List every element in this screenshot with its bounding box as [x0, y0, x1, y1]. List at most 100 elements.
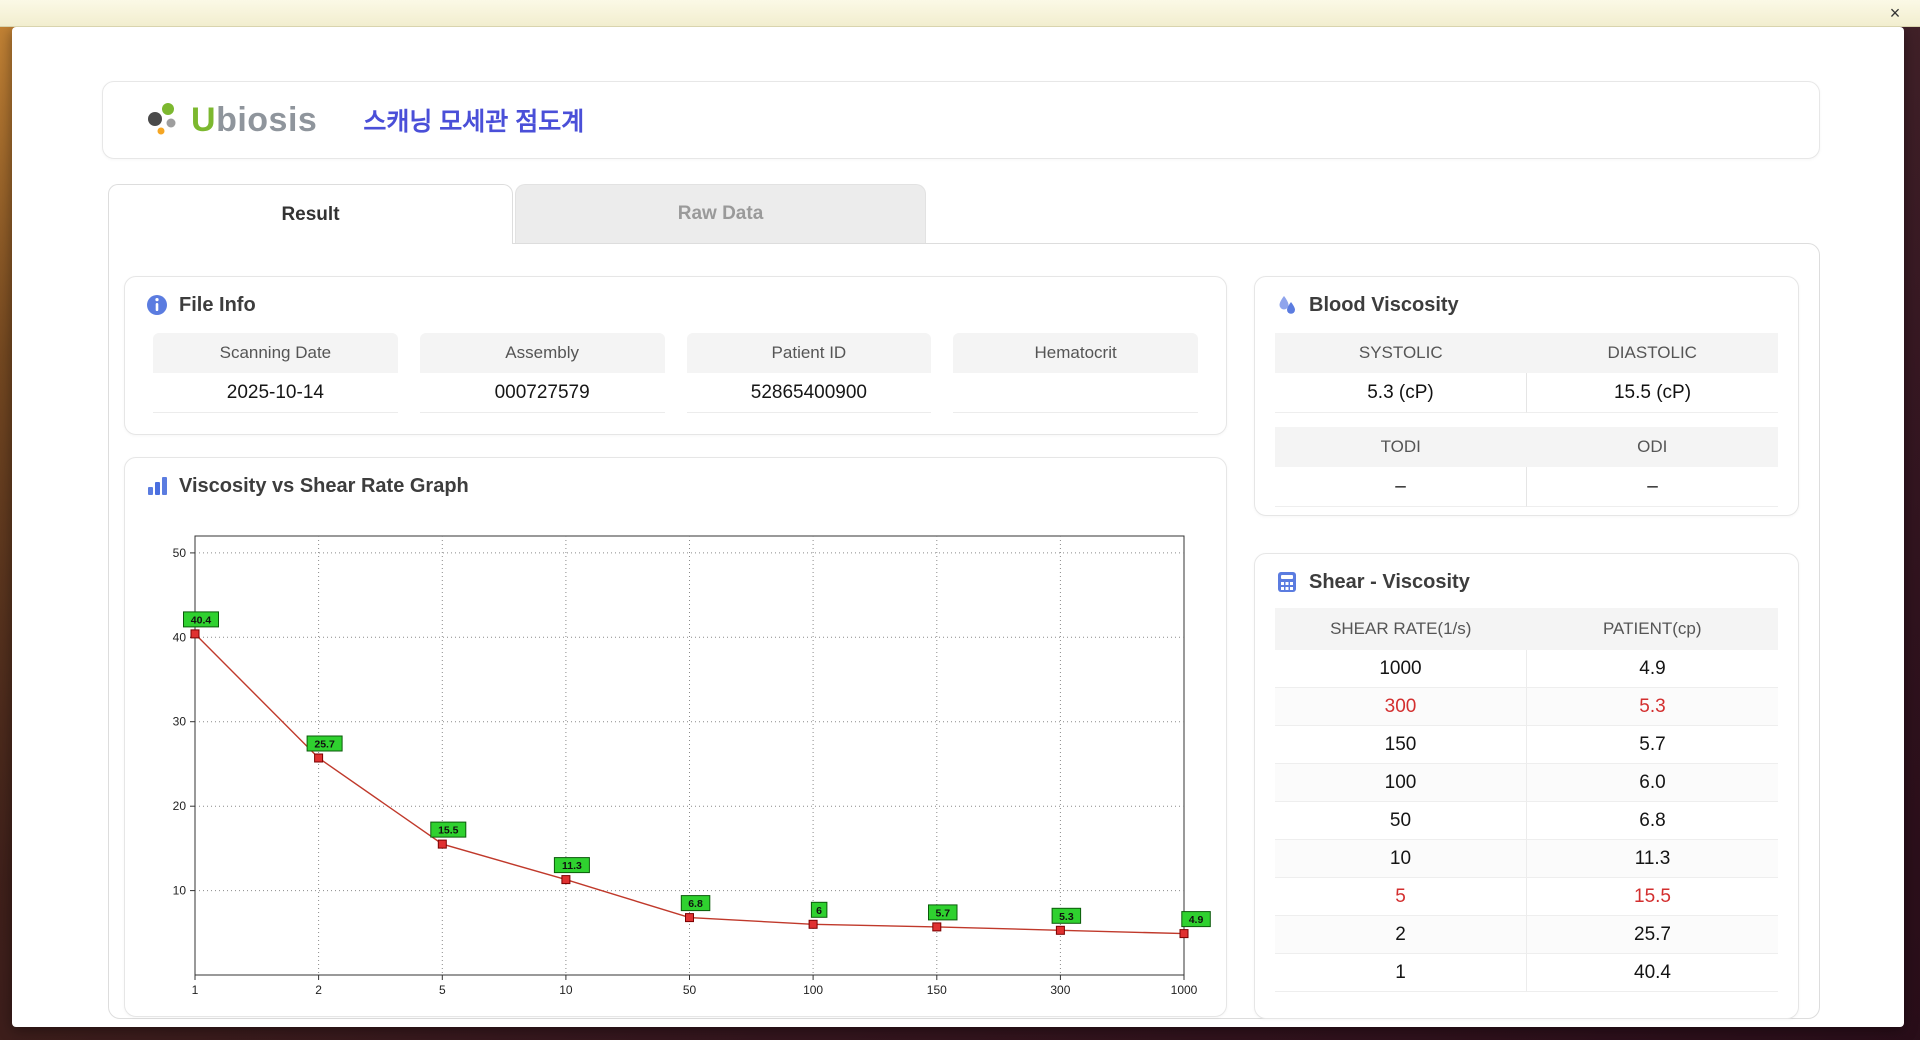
shear-header-row: SHEAR RATE(1/s) PATIENT(cp) — [1275, 608, 1778, 650]
logo-text: Ubiosis — [191, 101, 317, 140]
field-value: 000727579 — [419, 373, 665, 413]
svg-text:11.3: 11.3 — [562, 860, 582, 872]
field-label: Assembly — [419, 333, 665, 373]
patient-value-cell: 15.5 — [1526, 878, 1778, 916]
svg-text:50: 50 — [683, 983, 697, 997]
bv-header-row: SYSTOLIC DIASTOLIC — [1275, 333, 1778, 373]
page-title: 스캐닝 모세관 점도계 — [363, 108, 585, 136]
svg-text:5.3: 5.3 — [1059, 911, 1074, 923]
table-row: 50 6.8 — [1275, 802, 1778, 840]
svg-text:1: 1 — [192, 983, 199, 997]
svg-text:30: 30 — [173, 715, 187, 729]
shear-rate-cell: 100 — [1275, 764, 1526, 802]
result-panel: File Info Scanning Date 2025-10-14 Assembl… — [108, 243, 1820, 1019]
shear-rate-cell: 300 — [1275, 688, 1526, 726]
file-info-card: File Info Scanning Date 2025-10-14 Assembl… — [124, 276, 1227, 435]
svg-text:2: 2 — [315, 983, 322, 997]
table-row: 5 15.5 — [1275, 878, 1778, 916]
svg-text:6.8: 6.8 — [688, 898, 703, 910]
svg-text:4.9: 4.9 — [1189, 914, 1204, 926]
svg-text:300: 300 — [1050, 983, 1070, 997]
file-info-field: Assembly 000727579 — [419, 333, 665, 413]
ubiosis-logo: Ubiosis — [143, 100, 317, 140]
table-row: 1 40.4 — [1275, 954, 1778, 992]
file-info-field: Scanning Date 2025-10-14 — [153, 333, 398, 413]
svg-text:20: 20 — [173, 799, 187, 813]
bv-value-cell: – — [1526, 467, 1778, 507]
field-value: 52865400900 — [686, 373, 932, 413]
blood-viscosity-card: Blood Viscosity SYSTOLIC DIASTOLIC 5.3 (cP… — [1254, 276, 1799, 516]
blood-viscosity-title-row: Blood Viscosity — [1255, 277, 1798, 317]
table-row: 100 6.0 — [1275, 764, 1778, 802]
shear-viscosity-table: SHEAR RATE(1/s) PATIENT(cp) 1000 4.9 300 5.3 1… — [1255, 594, 1798, 992]
bv-header-cell: SYSTOLIC — [1275, 333, 1527, 373]
logo-dots-icon — [148, 103, 176, 135]
field-label: Scanning Date — [153, 333, 398, 373]
shear-viscosity-title: Shear - Viscosity — [1309, 570, 1470, 593]
tab-raw-data[interactable]: Raw Data — [515, 184, 926, 243]
tab-result[interactable]: Result — [108, 184, 513, 244]
shear-header-cell: PATIENT(cp) — [1526, 608, 1778, 650]
patient-value-cell: 40.4 — [1526, 954, 1778, 992]
svg-text:1000: 1000 — [1171, 983, 1198, 997]
field-label: Patient ID — [686, 333, 932, 373]
svg-text:100: 100 — [803, 983, 823, 997]
svg-text:5.7: 5.7 — [935, 907, 950, 919]
patient-value-cell: 5.7 — [1526, 726, 1778, 764]
viscosity-shear-rate-chart: 10 20 30 40 50 1 2 5 10 50 100 150 300 1000 40.4 25.7 15… — [173, 535, 1211, 997]
bv-value-row: 5.3 (cP) 15.5 (cP) — [1275, 373, 1778, 413]
table-row: 10 11.3 — [1275, 840, 1778, 878]
graph-title-row: Viscosity vs Shear Rate Graph — [125, 458, 1226, 498]
file-info-fields: Scanning Date 2025-10-14 Assembly 000727579… — [125, 317, 1226, 413]
table-row: 300 5.3 — [1275, 688, 1778, 726]
blood-viscosity-title: Blood Viscosity — [1309, 293, 1459, 316]
patient-value-cell: 6.8 — [1526, 802, 1778, 840]
bv-header-cell: TODI — [1275, 427, 1527, 467]
bv-value-row: – – — [1275, 467, 1778, 507]
bv-header-row: TODI ODI — [1275, 427, 1778, 467]
bv-group: SYSTOLIC DIASTOLIC 5.3 (cP) 15.5 (cP) — [1275, 333, 1778, 413]
svg-text:25.7: 25.7 — [314, 739, 335, 751]
svg-text:6: 6 — [816, 905, 822, 917]
bv-value-cell: 15.5 (cP) — [1526, 373, 1778, 413]
app-window: Ubiosis 스캐닝 모세관 점도계 Result Raw Data File… — [12, 27, 1904, 1027]
patient-value-cell: 5.3 — [1526, 688, 1778, 726]
shear-rate-cell: 1 — [1275, 954, 1526, 992]
shear-rate-cell: 2 — [1275, 916, 1526, 954]
patient-value-cell: 11.3 — [1526, 840, 1778, 878]
svg-text:10: 10 — [559, 983, 573, 997]
close-button[interactable]: × — [1884, 2, 1906, 24]
table-row: 2 25.7 — [1275, 916, 1778, 954]
table-row: 1000 4.9 — [1275, 650, 1778, 688]
shear-rate-cell: 1000 — [1275, 650, 1526, 688]
table-row: 150 5.7 — [1275, 726, 1778, 764]
bv-header-cell: DIASTOLIC — [1526, 333, 1778, 373]
app-header: Ubiosis 스캐닝 모세관 점도계 — [102, 81, 1820, 159]
svg-text:150: 150 — [927, 983, 947, 997]
shear-rate-cell: 5 — [1275, 878, 1526, 916]
svg-text:40.4: 40.4 — [191, 614, 212, 626]
logo-letter-u: U — [191, 100, 217, 139]
svg-text:5: 5 — [439, 983, 446, 997]
svg-text:50: 50 — [173, 546, 187, 560]
shear-header-cell: SHEAR RATE(1/s) — [1275, 608, 1527, 650]
shear-rate-cell: 50 — [1275, 802, 1526, 840]
field-label: Hematocrit — [953, 333, 1198, 373]
shear-viscosity-title-row: Shear - Viscosity — [1255, 554, 1798, 594]
calculator-icon — [1278, 572, 1296, 592]
svg-text:10: 10 — [173, 884, 187, 898]
shear-viscosity-card: Shear - Viscosity SHEAR RATE(1/s) PATIENT… — [1254, 553, 1799, 1019]
info-icon — [147, 295, 167, 315]
file-info-field: Hematocrit — [953, 333, 1198, 413]
patient-value-cell: 4.9 — [1526, 650, 1778, 688]
logo-rest: biosis — [216, 100, 318, 139]
svg-text:40: 40 — [173, 630, 187, 644]
graph-title: Viscosity vs Shear Rate Graph — [179, 474, 469, 497]
viscosity-graph-card: Viscosity vs Shear Rate Graph 10 20 30 40 50… — [124, 457, 1227, 1017]
bv-value-cell: – — [1275, 467, 1526, 507]
bar-chart-icon — [148, 477, 167, 495]
file-info-title: File Info — [179, 293, 256, 316]
file-info-title-row: File Info — [125, 277, 1226, 317]
shear-rate-cell: 10 — [1275, 840, 1526, 878]
title-bar: × — [0, 0, 1920, 27]
